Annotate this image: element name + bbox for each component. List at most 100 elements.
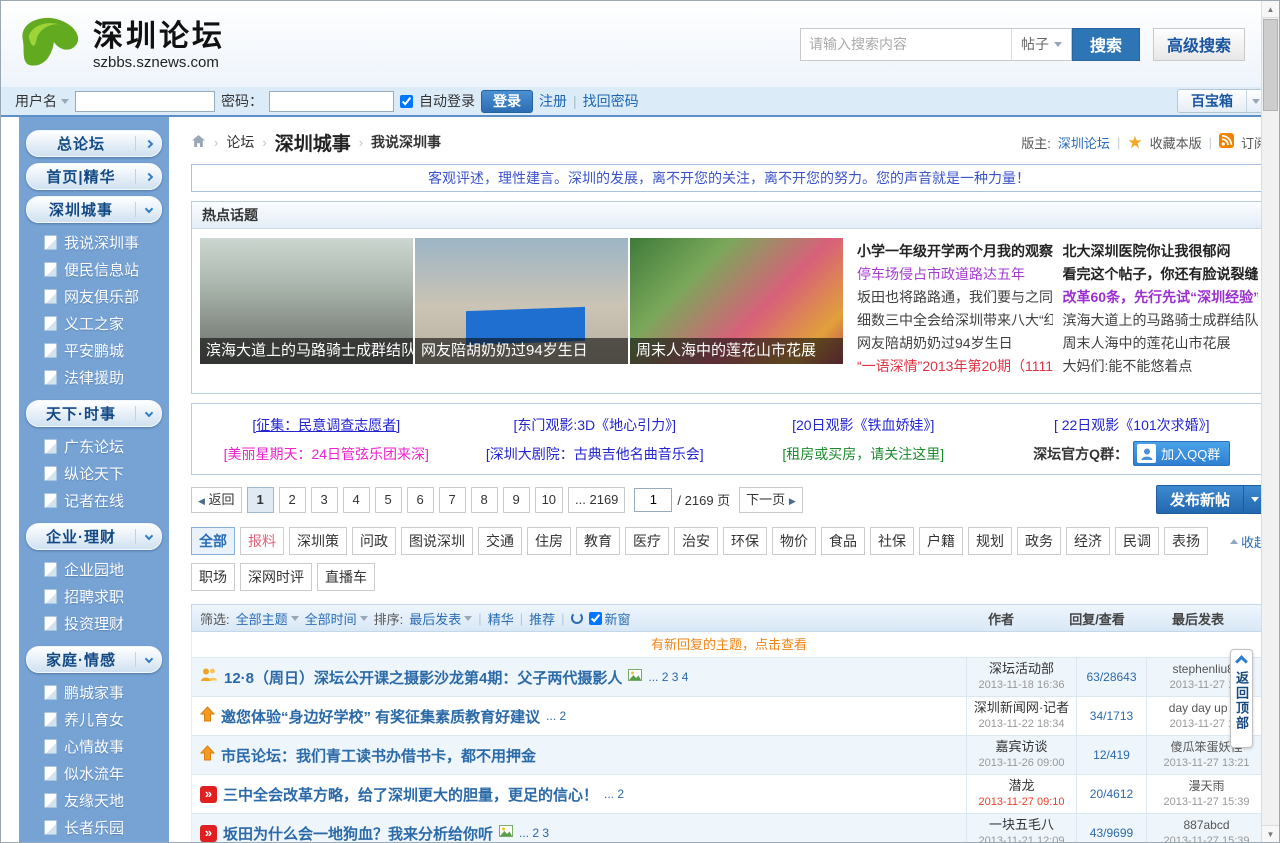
hot-link[interactable]: 细数三中全会给深圳带来八大“红 <box>857 309 1053 332</box>
tab[interactable]: 医疗 <box>625 527 669 555</box>
last-reply-user[interactable]: 漫天雨 <box>1188 779 1224 795</box>
forgot-password-link[interactable]: 找回密码 <box>583 91 639 111</box>
scroll-up-arrow[interactable]: ▲ <box>1262 1 1279 18</box>
thread-title[interactable]: 三中全会改革方略，给了深圳更大的胆量，更足的信心！ <box>223 784 598 805</box>
join-qq-group-button[interactable]: 加入QQ群 <box>1133 441 1230 466</box>
tab[interactable]: 教育 <box>576 527 620 555</box>
page-button[interactable]: 4 <box>343 487 370 513</box>
thread-page-links[interactable]: ... 2 <box>546 709 566 723</box>
recommend-link[interactable]: 推荐 <box>529 609 555 628</box>
tab[interactable]: 深网时评 <box>240 563 312 591</box>
digest-link[interactable]: 精华 <box>488 609 514 628</box>
search-button[interactable]: 搜索 <box>1072 28 1140 61</box>
thread-title[interactable]: 邀您体验“身边好学校” 有奖征集素质教育好建议 <box>221 706 540 727</box>
scrollbar-thumb[interactable] <box>1263 19 1278 111</box>
sidebar-section-city-affairs[interactable]: 深圳城事 <box>26 196 162 223</box>
thread-author[interactable]: 嘉宾访谈 <box>995 739 1047 756</box>
page-button[interactable]: 9 <box>503 487 530 513</box>
tab[interactable]: 规划 <box>968 527 1012 555</box>
announcement-link[interactable]: [ 22日观影《101次求婚》] <box>998 415 1267 435</box>
hot-image-caption[interactable]: 滨海大道上的马路骑士成群结队英 <box>200 338 413 364</box>
tab[interactable]: 住房 <box>527 527 571 555</box>
hot-image-1[interactable]: 滨海大道上的马路骑士成群结队英 <box>200 238 413 364</box>
thread-author[interactable]: 深圳新闻网·记者 <box>974 700 1069 717</box>
search-scope-dropdown[interactable]: 帖子 <box>1011 29 1071 60</box>
breadcrumb-forum[interactable]: 论坛 <box>226 132 254 152</box>
page-button-current[interactable]: 1 <box>247 487 274 513</box>
tab[interactable]: 问政 <box>352 527 396 555</box>
sidebar-section-current-affairs[interactable]: 天下·时事 <box>26 400 162 427</box>
hot-link[interactable]: 周末人海中的莲花山市花展 <box>1063 332 1259 355</box>
site-logo[interactable]: 深圳论坛 szbbs.sznews.com <box>15 13 225 75</box>
back-to-top-button[interactable]: 返回顶部 <box>1230 649 1253 748</box>
sidebar-item[interactable]: 心情故事 <box>19 733 169 760</box>
thread-author[interactable]: 潜龙 <box>1008 778 1034 795</box>
tab[interactable]: 经济 <box>1066 527 1110 555</box>
tab[interactable]: 物价 <box>772 527 816 555</box>
thread-page-links[interactable]: ... 2 3 4 <box>648 670 688 684</box>
hot-link[interactable]: “一语深情”2013年第20期（1111- <box>857 355 1053 378</box>
sidebar-item[interactable]: 似水流年 <box>19 760 169 787</box>
sidebar-section-business-finance[interactable]: 企业·理财 <box>26 523 162 550</box>
hot-link[interactable]: 滨海大道上的马路骑士成群结队英 <box>1063 309 1259 332</box>
new-replies-notice[interactable]: 有新回复的主题，点击查看 <box>192 632 1266 657</box>
last-reply-date[interactable]: 2013-11-27 15:39 <box>1163 795 1249 809</box>
sidebar-item[interactable]: 义工之家 <box>19 310 169 337</box>
tab[interactable]: 表扬 <box>1164 527 1208 555</box>
thread-author[interactable]: 深坛活动部 <box>989 661 1054 678</box>
tab[interactable]: 直播车 <box>317 563 375 591</box>
tab[interactable]: 民调 <box>1115 527 1159 555</box>
thread-page-links[interactable]: ... 2 <box>604 787 624 801</box>
home-icon[interactable] <box>191 134 206 151</box>
username-dropdown[interactable]: 用户名 <box>15 91 69 111</box>
sidebar-item[interactable]: 纵论天下 <box>19 460 169 487</box>
last-reply-date[interactable]: 2013-11-27 15:39 <box>1163 834 1249 843</box>
sidebar-item[interactable]: 招聘求职 <box>19 583 169 610</box>
hot-link[interactable]: 北大深圳医院你让我很郁闷 <box>1063 240 1259 263</box>
moderator-link[interactable]: 深圳论坛 <box>1058 133 1110 152</box>
treasure-box-button[interactable]: 百宝箱 <box>1177 89 1265 113</box>
tab[interactable]: 社保 <box>870 527 914 555</box>
sidebar-section-family-emotion[interactable]: 家庭·情感 <box>26 646 162 673</box>
filter-type-dropdown[interactable]: 全部主题 <box>236 609 299 628</box>
announcement-link[interactable]: [深圳大剧院：古典吉他名曲音乐会] <box>461 444 730 464</box>
tab[interactable]: 政务 <box>1017 527 1061 555</box>
search-input[interactable] <box>809 36 1011 52</box>
page-button[interactable]: 6 <box>407 487 434 513</box>
announcement-link[interactable]: [征集：民意调查志愿者] <box>192 415 461 435</box>
hot-image-caption[interactable]: 网友陪胡奶奶过94岁生日 <box>415 338 628 364</box>
breadcrumb-board[interactable]: 我说深圳事 <box>371 132 441 152</box>
page-button[interactable]: 5 <box>375 487 402 513</box>
last-reply-user[interactable]: 887abcd <box>1183 818 1229 834</box>
username-field[interactable] <box>75 91 215 112</box>
order-dropdown[interactable]: 最后发表 <box>409 609 472 628</box>
refresh-icon[interactable] <box>571 612 583 624</box>
announcement-link[interactable]: [租房或买房，请关注这里] <box>729 444 998 464</box>
page-button[interactable]: 8 <box>471 487 498 513</box>
tab[interactable]: 食品 <box>821 527 865 555</box>
page-button[interactable]: 3 <box>311 487 338 513</box>
favorite-board-link[interactable]: 收藏本版 <box>1150 133 1202 152</box>
page-ellipsis-button[interactable]: ... 2169 <box>568 487 625 513</box>
tab[interactable]: 环保 <box>723 527 767 555</box>
advanced-search-button[interactable]: 高级搜索 <box>1153 28 1245 61</box>
scrollbar[interactable]: ▲ ▼ <box>1261 1 1279 842</box>
hot-link[interactable]: 小学一年级开学两个月我的观察、 <box>857 240 1053 263</box>
sidebar-item[interactable]: 我说深圳事 <box>19 229 169 256</box>
hot-link[interactable]: 网友陪胡奶奶过94岁生日 <box>857 332 1053 355</box>
sidebar-item[interactable]: 投资理财 <box>19 610 169 637</box>
sidebar-item[interactable]: 广东论坛 <box>19 433 169 460</box>
tab[interactable]: 户籍 <box>919 527 963 555</box>
thread-author[interactable]: 一块五毛八 <box>989 817 1054 834</box>
page-button[interactable]: 2 <box>279 487 306 513</box>
back-button[interactable]: ◀ 返回 <box>191 487 242 513</box>
sidebar-item[interactable]: 网友俱乐部 <box>19 283 169 310</box>
sidebar-item[interactable]: 记者在线 <box>19 487 169 514</box>
sidebar-item[interactable]: 法律援助 <box>19 364 169 391</box>
hot-image-2[interactable]: 网友陪胡奶奶过94岁生日 <box>415 238 628 364</box>
sidebar-item-all-forums[interactable]: 总论坛 <box>26 130 162 157</box>
tab[interactable]: 职场 <box>191 563 235 591</box>
new-post-button[interactable]: 发布新帖 <box>1156 485 1267 514</box>
hot-image-caption[interactable]: 周末人海中的莲花山市花展 <box>630 338 843 364</box>
tab[interactable]: 深圳策 <box>289 527 347 555</box>
